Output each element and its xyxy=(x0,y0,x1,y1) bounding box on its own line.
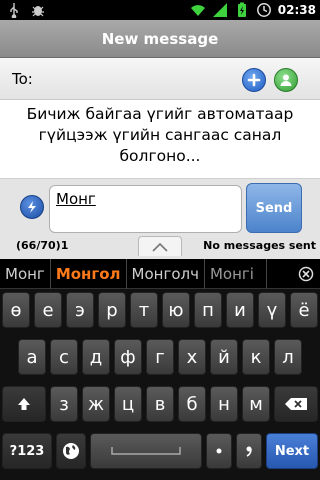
keyboard-row-2: а с д ф г х й к л xyxy=(0,336,320,376)
key[interactable]: а xyxy=(18,339,46,375)
close-icon xyxy=(298,266,314,282)
message-composer: To: Бичиж байгаа үгийг автоматаар гүйцээ… xyxy=(0,58,320,259)
backspace-key[interactable] xyxy=(274,386,318,422)
period-icon xyxy=(216,448,222,454)
recipient-label: To: xyxy=(12,70,33,88)
key[interactable]: ф xyxy=(114,339,142,375)
shift-icon xyxy=(18,398,30,410)
key[interactable]: б xyxy=(178,386,206,422)
recipient-field[interactable]: To: xyxy=(0,58,320,100)
key-period[interactable] xyxy=(206,433,232,469)
keyboard-row-1: ө е э р т ю п и ү ё xyxy=(0,289,320,329)
compose-bar: Монг Send xyxy=(0,178,320,238)
keyboard: ө е э р т ю п и ү ё а с д ф г х й к л з … xyxy=(0,289,320,480)
key[interactable]: е xyxy=(34,292,62,328)
compose-options-button[interactable] xyxy=(20,195,44,219)
message-input[interactable]: Монг xyxy=(49,185,242,233)
char-counter: (66/70)1 xyxy=(16,239,69,252)
key[interactable]: н xyxy=(210,386,238,422)
contact-icon xyxy=(280,74,292,86)
key[interactable]: ү xyxy=(258,292,286,328)
key[interactable]: г xyxy=(146,339,174,375)
suggestion-strip: Монг Монгол Монголч Монгі xyxy=(0,258,320,289)
bug-icon xyxy=(32,6,44,17)
thread-status: No messages sent xyxy=(203,239,316,252)
keyboard-handle[interactable] xyxy=(138,236,182,256)
battery-icon xyxy=(237,2,246,17)
suggestion-item[interactable]: Монг xyxy=(0,258,51,289)
key[interactable]: ю xyxy=(162,292,190,328)
next-button[interactable]: Next xyxy=(266,433,318,469)
backspace-icon xyxy=(285,398,307,410)
key[interactable]: ё xyxy=(290,292,318,328)
message-text: Монг xyxy=(56,190,96,208)
key[interactable]: р xyxy=(98,292,126,328)
send-button[interactable]: Send xyxy=(246,183,302,233)
keyboard-row-4: ?123 Next xyxy=(0,430,320,470)
usb-icon xyxy=(10,3,18,18)
key[interactable]: й xyxy=(210,339,238,375)
key-comma[interactable] xyxy=(236,433,262,469)
key[interactable]: з xyxy=(50,386,78,422)
compose-status-row: (66/70)1 No messages sent xyxy=(0,234,320,259)
space-bar-icon xyxy=(111,447,181,455)
key[interactable]: э xyxy=(66,292,94,328)
lightning-icon xyxy=(28,201,36,213)
globe-icon xyxy=(63,443,79,459)
key[interactable]: м xyxy=(242,386,270,422)
symbols-key[interactable]: ?123 xyxy=(2,433,52,469)
status-bar: 02:38 xyxy=(0,0,320,20)
add-recipient-button[interactable] xyxy=(242,68,266,92)
shift-key[interactable] xyxy=(2,386,46,422)
key[interactable]: л xyxy=(274,339,302,375)
status-time: 02:38 xyxy=(277,3,316,17)
suggestion-item[interactable]: Монгі xyxy=(205,258,267,289)
wifi-icon xyxy=(190,5,205,16)
suggestion-item[interactable]: Монголч xyxy=(127,258,205,289)
keyboard-row-3: з ж ц в б н м xyxy=(0,383,320,423)
key[interactable]: п xyxy=(194,292,222,328)
page-title: New message xyxy=(0,20,320,58)
signal-icon xyxy=(212,3,227,17)
language-key[interactable] xyxy=(56,433,86,469)
suggestion-item-selected[interactable]: Монгол xyxy=(51,258,127,289)
autocomplete-hint: Бичиж байгаа үгийг автоматаар гүйцээж үг… xyxy=(26,105,294,165)
key[interactable]: к xyxy=(242,339,270,375)
key[interactable]: т xyxy=(130,292,158,328)
alarm-icon xyxy=(256,3,271,17)
key[interactable]: в xyxy=(146,386,174,422)
key[interactable]: и xyxy=(226,292,254,328)
key[interactable]: ж xyxy=(82,386,110,422)
plus-icon xyxy=(247,73,261,87)
space-key[interactable] xyxy=(90,433,202,469)
chevron-up-icon xyxy=(152,242,168,252)
key[interactable]: ө xyxy=(2,292,30,328)
key[interactable]: д xyxy=(82,339,110,375)
key[interactable]: х xyxy=(178,339,206,375)
close-suggestions-button[interactable] xyxy=(296,264,316,284)
comma-icon xyxy=(246,446,252,457)
key[interactable]: с xyxy=(50,339,78,375)
key[interactable]: ц xyxy=(114,386,142,422)
pick-contact-button[interactable] xyxy=(274,68,298,92)
